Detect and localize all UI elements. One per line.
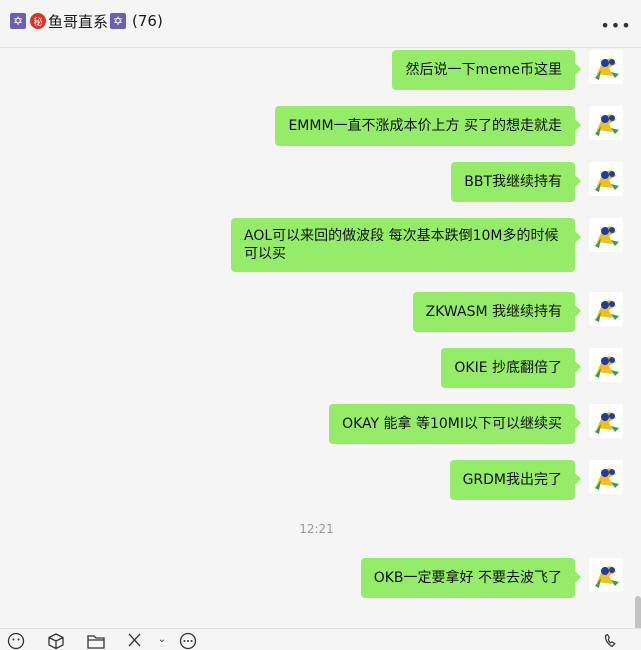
emoji-icon[interactable] — [6, 632, 26, 650]
window-controls: ▔ ▔ — [484, 0, 503, 5]
input-toolbar: ⌄ — [0, 628, 641, 650]
message-row: OKAY 能拿 等10MI以下可以继续买 — [0, 404, 641, 444]
avatar[interactable] — [589, 348, 623, 382]
message-bubble[interactable]: 然后说一下meme币这里 — [392, 50, 581, 90]
chevron-down-icon[interactable]: ⌄ — [152, 632, 172, 648]
avatar[interactable] — [589, 558, 623, 592]
star-icon: ✡ — [10, 13, 26, 29]
message-row: EMMM一直不涨成本价上方 买了的想走就走 — [0, 106, 641, 146]
message-bubble[interactable]: OKIE 抄底翻倍了 — [441, 348, 581, 388]
avatar[interactable] — [589, 292, 623, 326]
avatar-icon — [589, 460, 623, 494]
folder-icon[interactable] — [86, 632, 106, 649]
avatar-icon — [589, 162, 623, 196]
avatar[interactable] — [589, 404, 623, 438]
avatar-icon — [589, 348, 623, 382]
avatar-icon — [589, 404, 623, 438]
scissors-icon[interactable] — [126, 632, 146, 648]
avatar[interactable] — [589, 460, 623, 494]
chat-header: ▔ ▔ ✡ 秘 鱼哥直系 ✡ (76) ••• — [0, 0, 641, 48]
cube-icon[interactable] — [46, 632, 66, 650]
avatar-icon — [589, 50, 623, 84]
message-row: GRDM我出完了 — [0, 460, 641, 500]
star-icon: ✡ — [110, 13, 127, 29]
message-list[interactable]: 然后说一下meme币这里 EMMM一直不涨成本价上方 买了的想走就走 BBT我继… — [0, 48, 641, 636]
message-bubble[interactable]: EMMM一直不涨成本价上方 买了的想走就走 — [275, 106, 581, 146]
message-timestamp: 12:21 — [299, 522, 334, 536]
chat-bubble-icon[interactable] — [178, 632, 198, 650]
secret-seal-icon: 秘 — [30, 13, 46, 29]
avatar[interactable] — [589, 218, 623, 252]
member-count: (76) — [132, 12, 163, 30]
more-options-button[interactable]: ••• — [600, 14, 630, 36]
message-row: OKIE 抄底翻倍了 — [0, 348, 641, 388]
message-row: AOL可以来回的做波段 每次基本跌倒10M多的时候可以买 — [0, 218, 641, 272]
message-row: OKB一定要拿好 不要去波飞了 — [0, 558, 641, 598]
avatar[interactable] — [589, 162, 623, 196]
message-bubble[interactable]: OKAY 能拿 等10MI以下可以继续买 — [329, 404, 581, 444]
avatar[interactable] — [589, 50, 623, 84]
message-bubble[interactable]: OKB一定要拿好 不要去波飞了 — [360, 558, 582, 598]
avatar-icon — [589, 218, 623, 252]
avatar-icon — [589, 106, 623, 140]
message-bubble[interactable]: BBT我继续持有 — [451, 162, 581, 202]
message-row: 然后说一下meme币这里 — [0, 50, 641, 90]
message-row: ZKWASM 我继续持有 — [0, 292, 641, 332]
message-bubble[interactable]: GRDM我出完了 — [449, 460, 582, 500]
message-bubble[interactable]: AOL可以来回的做波段 每次基本跌倒10M多的时候可以买 — [231, 218, 581, 272]
phone-icon[interactable] — [602, 632, 622, 648]
avatar-icon — [589, 292, 623, 326]
chat-title[interactable]: ✡ 秘 鱼哥直系 ✡ (76) — [8, 10, 163, 32]
message-bubble[interactable]: ZKWASM 我继续持有 — [412, 292, 582, 332]
avatar-icon — [589, 558, 623, 592]
avatar[interactable] — [589, 106, 623, 140]
group-name: 鱼哥直系 — [48, 12, 109, 31]
message-row: BBT我继续持有 — [0, 162, 641, 202]
